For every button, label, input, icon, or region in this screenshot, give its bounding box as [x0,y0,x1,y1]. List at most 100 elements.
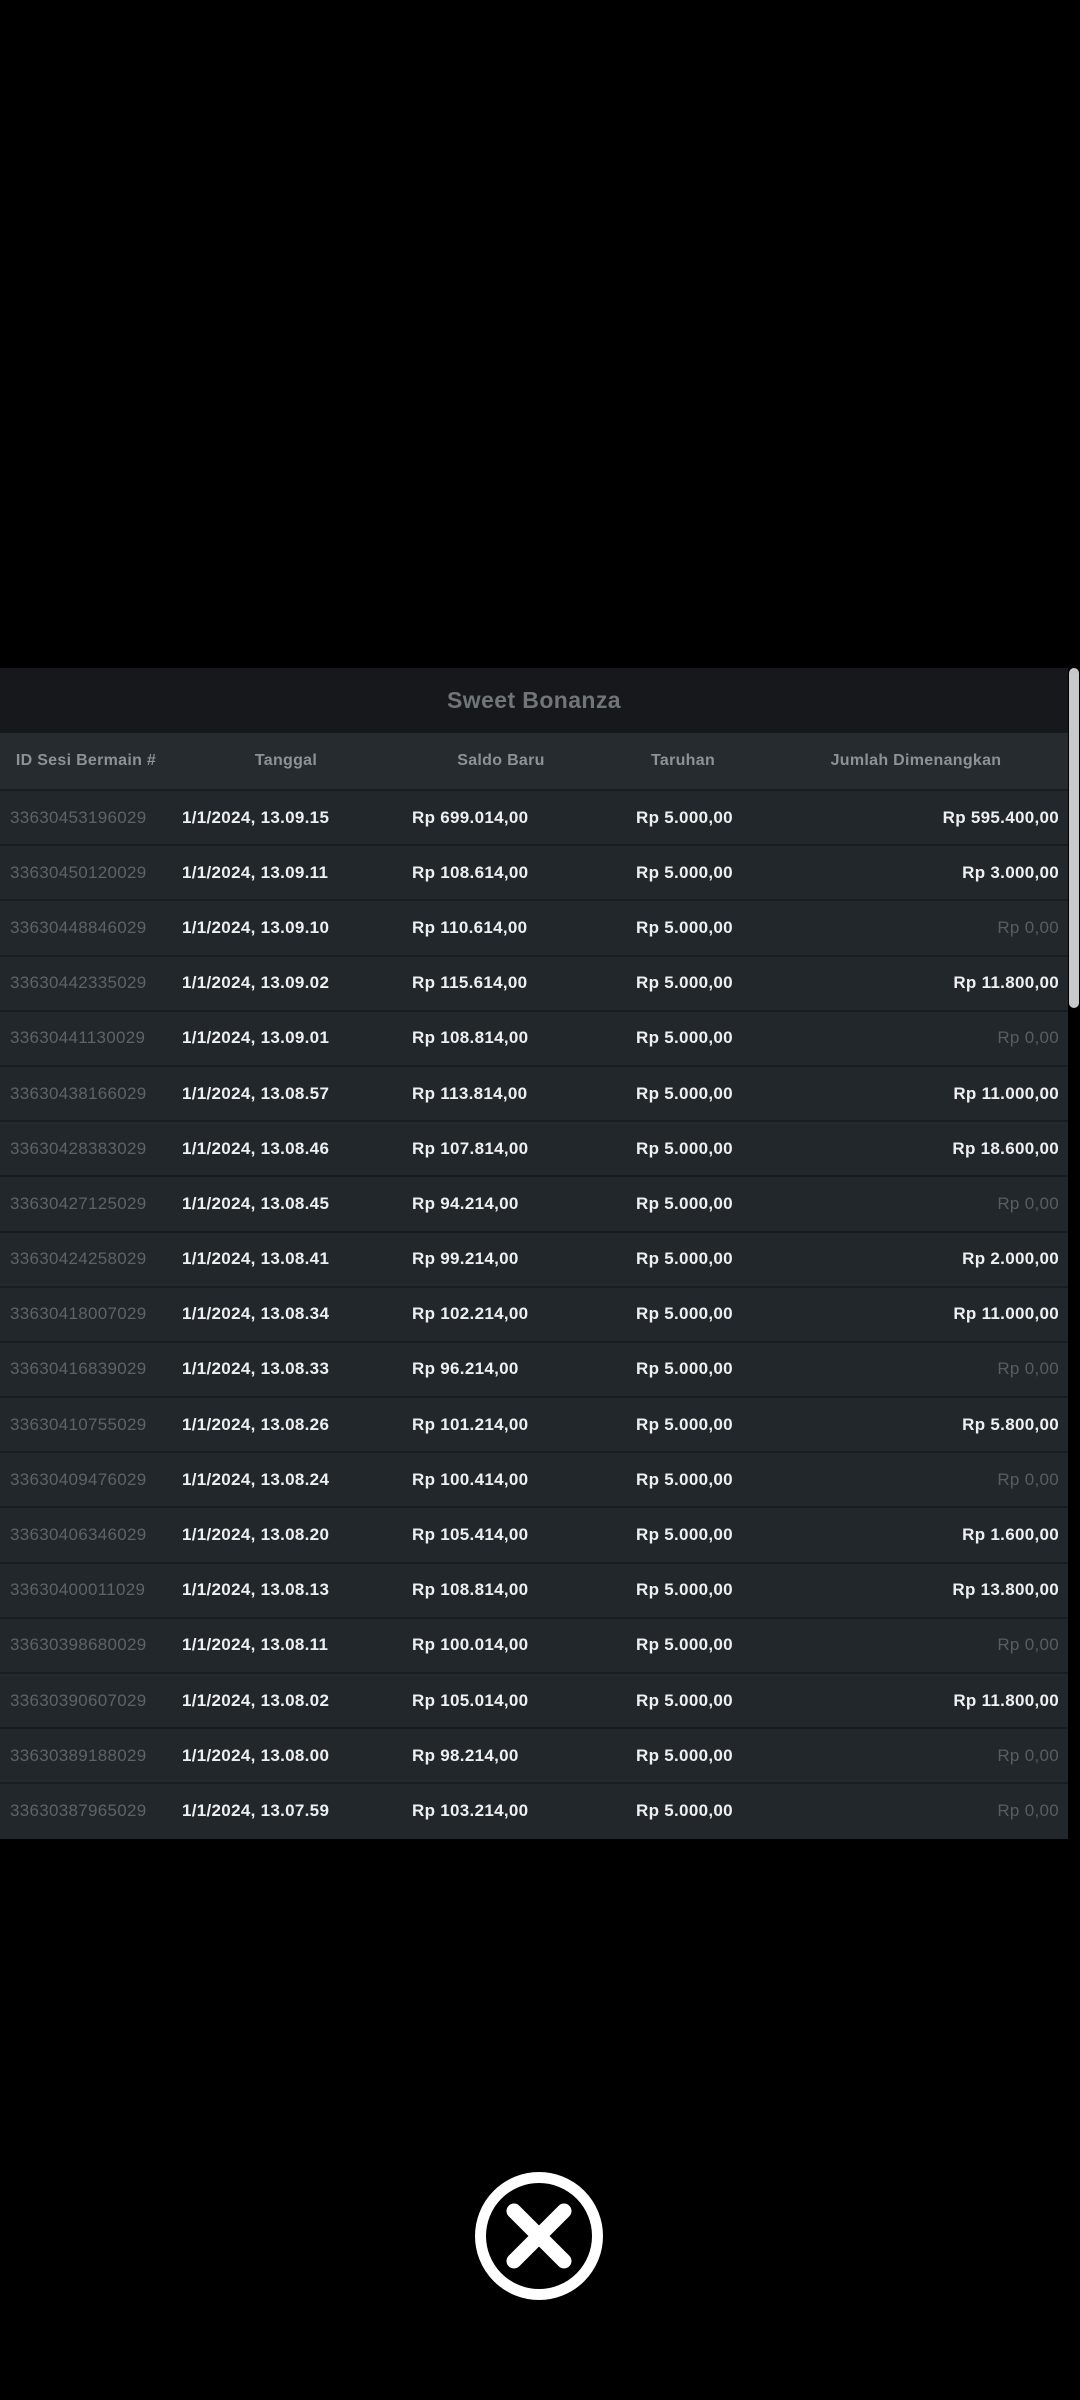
cell-new-balance: Rp 98.214,00 [412,1745,519,1765]
cell-date: 1/1/2024, 13.08.45 [182,1193,330,1213]
cell-date: 1/1/2024, 13.09.01 [182,1028,330,1048]
cell-session-id: 33630416839029 [10,1359,147,1379]
cell-date: 1/1/2024, 13.08.24 [182,1469,330,1489]
cell-bet: Rp 5.000,00 [636,1525,733,1545]
cell-new-balance: Rp 110.614,00 [412,917,528,937]
table-row: 33630448846029 1/1/2024, 13.09.10 Rp 110… [0,900,1068,956]
cell-bet: Rp 5.000,00 [636,1249,733,1269]
cell-bet: Rp 5.000,00 [636,1028,733,1048]
cell-new-balance: Rp 101.214,00 [412,1414,529,1434]
cell-session-id: 33630398680029 [10,1635,147,1655]
table-scroll-area[interactable]: ID Sesi Bermain # Tanggal Saldo Baru Tar… [0,733,1068,1839]
cell-session-id: 33630389188029 [10,1745,147,1765]
cell-amount-won: Rp 11.000,00 [953,1083,1059,1103]
cell-session-id: 33630453196029 [10,807,147,827]
cell-session-id: 33630428383029 [10,1138,147,1158]
cell-bet: Rp 5.000,00 [636,1414,733,1434]
cell-date: 1/1/2024, 13.09.15 [182,807,330,827]
col-header-date: Tanggal [172,733,400,790]
game-title: Sweet Bonanza [447,687,621,713]
cell-new-balance: Rp 100.414,00 [412,1469,529,1489]
cell-bet: Rp 5.000,00 [636,1801,733,1821]
table-row: 33630389188029 1/1/2024, 13.08.00 Rp 98.… [0,1728,1068,1784]
cell-new-balance: Rp 105.014,00 [412,1690,529,1710]
scrollbar-thumb[interactable] [1069,668,1079,1008]
cell-date: 1/1/2024, 13.08.41 [182,1249,330,1269]
cell-amount-won: Rp 0,00 [997,1635,1059,1655]
cell-session-id: 33630390607029 [10,1690,147,1710]
cell-bet: Rp 5.000,00 [636,862,733,882]
cell-date: 1/1/2024, 13.08.34 [182,1304,330,1324]
cell-amount-won: Rp 11.800,00 [953,973,1059,993]
table-row: 33630441130029 1/1/2024, 13.09.01 Rp 108… [0,1010,1068,1066]
cell-bet: Rp 5.000,00 [636,1690,733,1710]
table-row: 33630406346029 1/1/2024, 13.08.20 Rp 105… [0,1507,1068,1563]
table-row: 33630418007029 1/1/2024, 13.08.34 Rp 102… [0,1286,1068,1342]
cell-session-id: 33630387965029 [10,1801,147,1821]
cell-bet: Rp 5.000,00 [636,1469,733,1489]
cell-session-id: 33630410755029 [10,1414,147,1434]
cell-date: 1/1/2024, 13.08.13 [182,1580,330,1600]
table-row: 33630390607029 1/1/2024, 13.08.02 Rp 105… [0,1673,1068,1729]
cell-bet: Rp 5.000,00 [636,1193,733,1213]
cell-session-id: 33630400011029 [10,1580,146,1600]
cell-session-id: 33630448846029 [10,917,147,937]
cell-session-id: 33630442335029 [10,973,147,993]
table-row: 33630424258029 1/1/2024, 13.08.41 Rp 99.… [0,1231,1068,1287]
cell-date: 1/1/2024, 13.09.02 [182,973,330,993]
cell-amount-won: Rp 18.600,00 [952,1138,1059,1158]
history-table: ID Sesi Bermain # Tanggal Saldo Baru Tar… [0,733,1068,1839]
cell-date: 1/1/2024, 13.09.10 [182,917,330,937]
cell-session-id: 33630450120029 [10,862,147,882]
cell-session-id: 33630441130029 [10,1028,146,1048]
cell-date: 1/1/2024, 13.08.46 [182,1138,330,1158]
col-header-session-id: ID Sesi Bermain # [0,733,172,790]
cell-new-balance: Rp 108.614,00 [412,862,529,882]
table-row: 33630442335029 1/1/2024, 13.09.02 Rp 115… [0,955,1068,1011]
cell-amount-won: Rp 0,00 [997,1193,1059,1213]
table-row: 33630387965029 1/1/2024, 13.07.59 Rp 103… [0,1783,1068,1839]
cell-session-id: 33630438166029 [10,1083,147,1103]
cell-amount-won: Rp 2.000,00 [962,1249,1059,1269]
cell-amount-won: Rp 1.600,00 [962,1525,1059,1545]
table-row: 33630398680029 1/1/2024, 13.08.11 Rp 100… [0,1617,1068,1673]
cell-new-balance: Rp 115.614,00 [412,973,528,993]
cell-amount-won: Rp 11.800,00 [953,1690,1059,1710]
table-row: 33630416839029 1/1/2024, 13.08.33 Rp 96.… [0,1341,1068,1398]
close-icon [475,2172,603,2300]
cell-amount-won: Rp 11.000,00 [953,1304,1059,1324]
cell-amount-won: Rp 0,00 [997,1801,1059,1821]
cell-amount-won: Rp 3.000,00 [962,862,1059,882]
col-header-amount-won: Jumlah Dimenangkan [764,733,1068,790]
cell-amount-won: Rp 5.800,00 [962,1414,1059,1434]
table-row: 33630453196029 1/1/2024, 13.09.15 Rp 699… [0,790,1068,846]
cell-session-id: 33630418007029 [10,1304,147,1324]
close-button[interactable] [474,2171,604,2301]
history-modal: Sweet Bonanza ID Sesi Bermain # Tanggal … [0,668,1068,1839]
cell-new-balance: Rp 113.814,00 [412,1083,528,1103]
cell-new-balance: Rp 100.014,00 [412,1635,529,1655]
cell-new-balance: Rp 96.214,00 [412,1359,519,1379]
cell-new-balance: Rp 102.214,00 [412,1304,529,1324]
cell-bet: Rp 5.000,00 [636,1304,733,1324]
cell-new-balance: Rp 108.814,00 [412,1028,529,1048]
table-row: 33630438166029 1/1/2024, 13.08.57 Rp 113… [0,1065,1068,1122]
cell-bet: Rp 5.000,00 [636,1635,733,1655]
cell-amount-won: Rp 0,00 [997,1469,1059,1489]
cell-date: 1/1/2024, 13.08.00 [182,1745,330,1765]
table-row: 33630410755029 1/1/2024, 13.08.26 Rp 101… [0,1397,1068,1453]
cell-amount-won: Rp 0,00 [997,1745,1059,1765]
game-screen: Sweet Bonanza ID Sesi Bermain # Tanggal … [0,0,1080,2400]
cell-new-balance: Rp 108.814,00 [412,1580,529,1600]
cell-date: 1/1/2024, 13.08.26 [182,1414,330,1434]
cell-amount-won: Rp 0,00 [997,1359,1059,1379]
modal-title-bar: Sweet Bonanza [0,668,1068,733]
cell-amount-won: Rp 13.800,00 [952,1580,1059,1600]
col-header-new-balance: Saldo Baru [400,733,602,790]
cell-bet: Rp 5.000,00 [636,1359,733,1379]
cell-session-id: 33630409476029 [10,1469,147,1489]
table-row: 33630427125029 1/1/2024, 13.08.45 Rp 94.… [0,1176,1068,1232]
cell-date: 1/1/2024, 13.07.59 [182,1801,330,1821]
cell-date: 1/1/2024, 13.08.57 [182,1083,330,1103]
cell-bet: Rp 5.000,00 [636,807,733,827]
